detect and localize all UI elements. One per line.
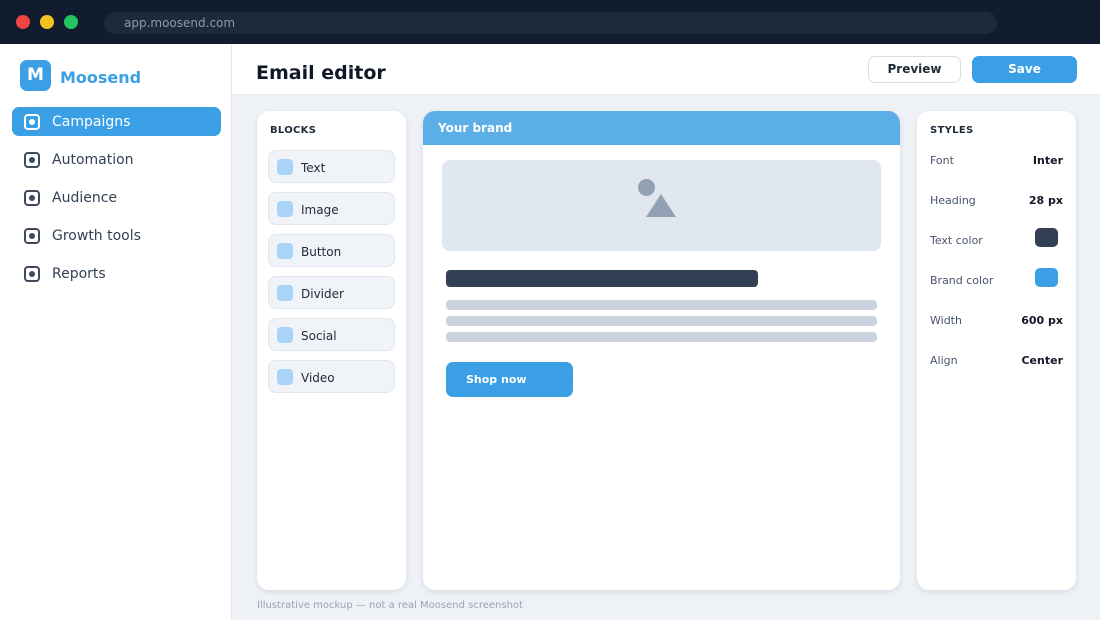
style-label: Brand color bbox=[930, 274, 994, 287]
block-label: Image bbox=[301, 203, 339, 217]
minimize-window-button[interactable] bbox=[40, 15, 54, 29]
brand-header-block[interactable]: Your brand bbox=[423, 111, 900, 145]
preview-button[interactable]: Preview bbox=[868, 56, 961, 83]
reports-icon bbox=[24, 266, 40, 282]
block-image[interactable]: Image bbox=[268, 192, 395, 225]
align-value[interactable]: Center bbox=[1021, 354, 1063, 367]
block-button[interactable]: Button bbox=[268, 234, 395, 267]
font-value[interactable]: Inter bbox=[1033, 154, 1063, 167]
heading-size-value[interactable]: 28 px bbox=[1029, 194, 1063, 207]
sidebar-item-reports[interactable]: Reports bbox=[12, 259, 221, 288]
text-color-swatch[interactable] bbox=[1035, 228, 1058, 247]
automation-icon bbox=[24, 152, 40, 168]
sidebar-item-automation[interactable]: Automation bbox=[12, 145, 221, 174]
sidebar-item-label: Campaigns bbox=[52, 114, 131, 130]
maximize-window-button[interactable] bbox=[64, 15, 78, 29]
sidebar-item-label: Automation bbox=[52, 152, 134, 168]
style-row-width[interactable]: Width 600 px bbox=[930, 310, 1063, 332]
style-row-text-color[interactable]: Text color bbox=[930, 228, 1062, 250]
address-bar[interactable]: app.moosend.com bbox=[104, 12, 997, 34]
brand-color-swatch[interactable] bbox=[1035, 268, 1058, 287]
sidebar-item-label: Reports bbox=[52, 266, 106, 282]
block-label: Text bbox=[301, 161, 326, 175]
text-line-placeholder[interactable] bbox=[446, 332, 877, 342]
footnote: Illustrative mockup — not a real Moosend… bbox=[257, 600, 523, 611]
image-block-icon bbox=[277, 201, 293, 217]
width-value[interactable]: 600 px bbox=[1021, 314, 1063, 327]
styles-panel: STYLES Font Inter Heading 28 px Text col… bbox=[917, 111, 1076, 590]
social-block-icon bbox=[277, 327, 293, 343]
brand-header-text: Your brand bbox=[438, 121, 513, 135]
block-label: Divider bbox=[301, 287, 344, 301]
button-block-icon bbox=[277, 243, 293, 259]
text-line-placeholder[interactable] bbox=[446, 316, 877, 326]
logo-icon: M bbox=[20, 60, 51, 91]
sidebar-item-label: Audience bbox=[52, 190, 118, 206]
email-canvas[interactable]: Your brand Shop now bbox=[423, 111, 900, 590]
styles-heading: STYLES bbox=[930, 125, 974, 136]
audience-icon bbox=[24, 190, 40, 206]
blocks-panel: BLOCKS Text Image Button Divider Social … bbox=[257, 111, 406, 590]
style-label: Heading bbox=[930, 194, 976, 207]
block-social[interactable]: Social bbox=[268, 318, 395, 351]
sidebar-item-campaigns[interactable]: Campaigns bbox=[12, 107, 221, 136]
text-line-placeholder[interactable] bbox=[446, 300, 877, 310]
divider-block-icon bbox=[277, 285, 293, 301]
campaigns-icon bbox=[24, 114, 40, 130]
sidebar-item-label: Growth tools bbox=[52, 228, 141, 244]
style-row-heading[interactable]: Heading 28 px bbox=[930, 190, 1063, 212]
page-title: Email editor bbox=[256, 62, 386, 84]
block-video[interactable]: Video bbox=[268, 360, 395, 393]
editor-header: Email editor Preview Save bbox=[232, 44, 1100, 95]
text-block-icon bbox=[277, 159, 293, 175]
style-row-brand-color[interactable]: Brand color bbox=[930, 268, 1062, 290]
video-block-icon bbox=[277, 369, 293, 385]
brand-name: Moosend bbox=[60, 68, 142, 87]
image-placeholder-block[interactable] bbox=[442, 160, 881, 251]
block-label: Button bbox=[301, 245, 342, 259]
style-row-align[interactable]: Align Center bbox=[930, 350, 1063, 372]
browser-chrome: app.moosend.com bbox=[0, 0, 1100, 44]
block-divider[interactable]: Divider bbox=[268, 276, 395, 309]
save-button[interactable]: Save bbox=[972, 56, 1077, 83]
sidebar-item-audience[interactable]: Audience bbox=[12, 183, 221, 212]
mountain-icon bbox=[646, 194, 676, 217]
style-label: Font bbox=[930, 154, 954, 167]
style-row-font[interactable]: Font Inter bbox=[930, 150, 1063, 172]
close-window-button[interactable] bbox=[16, 15, 30, 29]
style-label: Align bbox=[930, 354, 958, 367]
style-label: Width bbox=[930, 314, 962, 327]
style-label: Text color bbox=[930, 234, 983, 247]
block-label: Social bbox=[301, 329, 337, 343]
shop-now-button[interactable]: Shop now bbox=[446, 362, 573, 397]
sidebar-item-growth-tools[interactable]: Growth tools bbox=[12, 221, 221, 250]
growth-tools-icon bbox=[24, 228, 40, 244]
headline-placeholder[interactable] bbox=[446, 270, 758, 287]
sidebar: M Moosend Campaigns Automation Audience … bbox=[0, 44, 232, 620]
block-label: Video bbox=[301, 371, 335, 385]
block-text[interactable]: Text bbox=[268, 150, 395, 183]
blocks-heading: BLOCKS bbox=[270, 125, 317, 136]
